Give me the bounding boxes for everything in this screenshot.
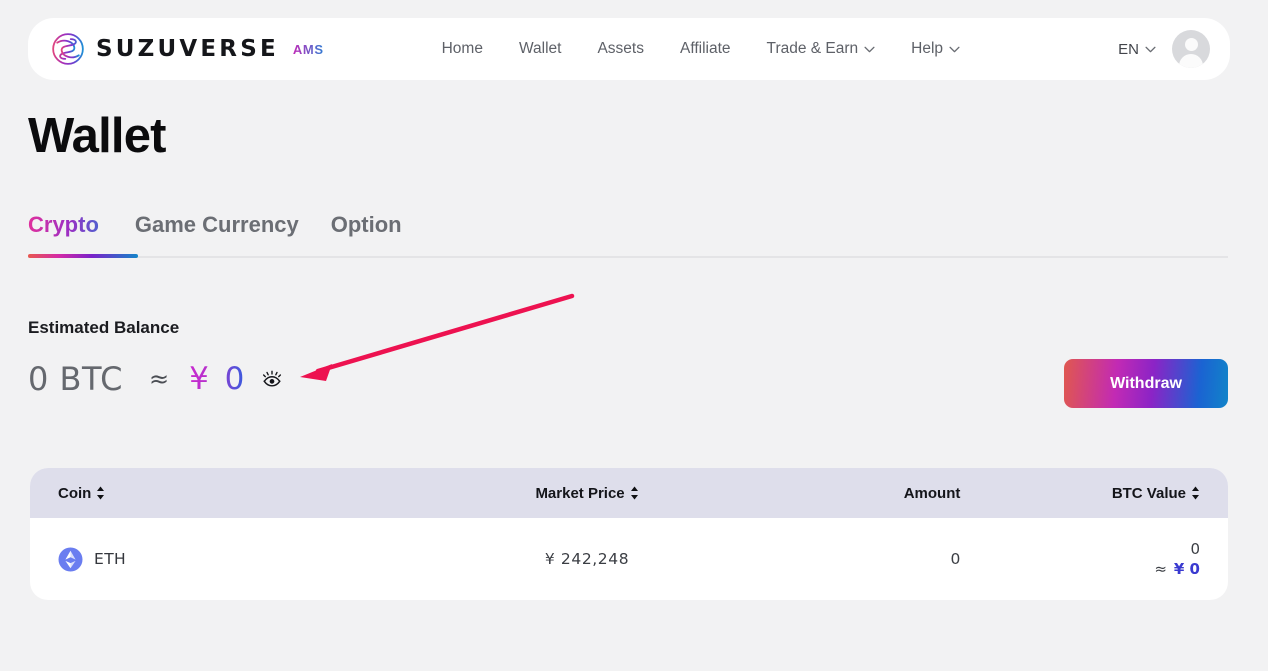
nav-link-wallet[interactable]: Wallet: [519, 40, 562, 58]
balance-fiat-value: ¥ 0: [189, 361, 247, 397]
estimated-balance-row: 0 BTC ≈ ¥ 0: [28, 360, 283, 398]
estimated-balance-label: Estimated Balance: [28, 318, 179, 338]
language-selector-label: EN: [1118, 41, 1139, 58]
btc-value-fiat: ¥ 0: [1174, 559, 1200, 579]
chevron-down-icon: [1145, 46, 1156, 53]
avatar[interactable]: [1172, 30, 1210, 68]
eye-icon: [262, 369, 282, 389]
nav-link-label: Trade & Earn: [767, 40, 859, 58]
column-header-label: Coin: [58, 485, 91, 502]
nav-link-affiliate[interactable]: Affiliate: [680, 40, 731, 58]
btc-value-fiat-row: ≈ ¥ 0: [1016, 559, 1200, 579]
column-header-amount: Amount: [749, 468, 989, 518]
brand-wordmark: SUZUVERSE: [96, 36, 279, 62]
crypto-holdings-table-card: Coin Market Price: [30, 468, 1228, 600]
sort-icon: [96, 486, 105, 500]
wallet-tabs: Crypto Game Currency Option: [28, 212, 1228, 252]
column-header-label: Amount: [904, 485, 961, 502]
btc-value-approx-symbol: ≈: [1154, 559, 1167, 579]
tab-crypto[interactable]: Crypto: [28, 212, 119, 252]
column-header-label: BTC Value: [1112, 485, 1186, 502]
brand-suffix: AMS: [293, 42, 324, 57]
top-navbar: SUZUVERSE AMS Home Wallet Assets Affilia…: [28, 18, 1230, 80]
nav-link-home[interactable]: Home: [442, 40, 483, 58]
cell-coin: ETH: [30, 518, 425, 600]
cell-btc-value: 0 ≈ ¥ 0: [988, 518, 1228, 600]
cell-market-price: ¥ 242,248: [425, 518, 748, 600]
wallet-page: SUZUVERSE AMS Home Wallet Assets Affilia…: [0, 0, 1268, 671]
column-header-btc-value[interactable]: BTC Value: [988, 468, 1228, 518]
suzuverse-globe-logo-icon: [50, 31, 86, 67]
tabs-divider: [28, 256, 1228, 258]
withdraw-button[interactable]: Withdraw: [1064, 359, 1228, 408]
language-selector[interactable]: EN: [1118, 41, 1156, 58]
cell-amount: 0: [749, 518, 989, 600]
page-title: Wallet: [28, 108, 166, 164]
tab-game-currency[interactable]: Game Currency: [119, 212, 315, 252]
eth-coin-icon: [58, 547, 83, 572]
brand-logo[interactable]: SUZUVERSE AMS: [50, 31, 324, 67]
nav-link-label: Affiliate: [680, 40, 731, 58]
table-head: Coin Market Price: [30, 468, 1228, 518]
balance-btc-amount: 0 BTC: [28, 360, 123, 398]
btc-value-amount: 0: [1016, 540, 1200, 559]
nav-link-label: Help: [911, 40, 943, 58]
table-header-row: Coin Market Price: [30, 468, 1228, 518]
nav-link-trade-and-earn[interactable]: Trade & Earn: [767, 40, 876, 58]
table-body: ETH ¥ 242,248 0 0 ≈ ¥ 0: [30, 518, 1228, 600]
nav-link-label: Assets: [597, 40, 644, 58]
nav-link-assets[interactable]: Assets: [597, 40, 644, 58]
nav-link-label: Wallet: [519, 40, 562, 58]
sort-icon: [630, 486, 639, 500]
chevron-down-icon: [949, 46, 960, 53]
coin-symbol: ETH: [94, 550, 126, 568]
avatar-head-shape: [1185, 38, 1198, 51]
active-tab-indicator: [28, 254, 138, 258]
crypto-holdings-table: Coin Market Price: [30, 468, 1228, 600]
nav-link-label: Home: [442, 40, 483, 58]
nav-links: Home Wallet Assets Affiliate Trade & Ear…: [442, 40, 960, 58]
balance-visibility-toggle[interactable]: [261, 368, 283, 390]
column-header-coin[interactable]: Coin: [30, 468, 425, 518]
avatar-body-shape: [1179, 54, 1203, 68]
nav-link-help[interactable]: Help: [911, 40, 960, 58]
table-row[interactable]: ETH ¥ 242,248 0 0 ≈ ¥ 0: [30, 518, 1228, 600]
balance-approx-symbol: ≈: [149, 365, 169, 393]
chevron-down-icon: [864, 46, 875, 53]
nav-right-cluster: EN: [1118, 30, 1210, 68]
column-header-market-price[interactable]: Market Price: [425, 468, 748, 518]
column-header-label: Market Price: [535, 485, 624, 502]
tab-option[interactable]: Option: [315, 212, 418, 252]
sort-icon: [1191, 486, 1200, 500]
